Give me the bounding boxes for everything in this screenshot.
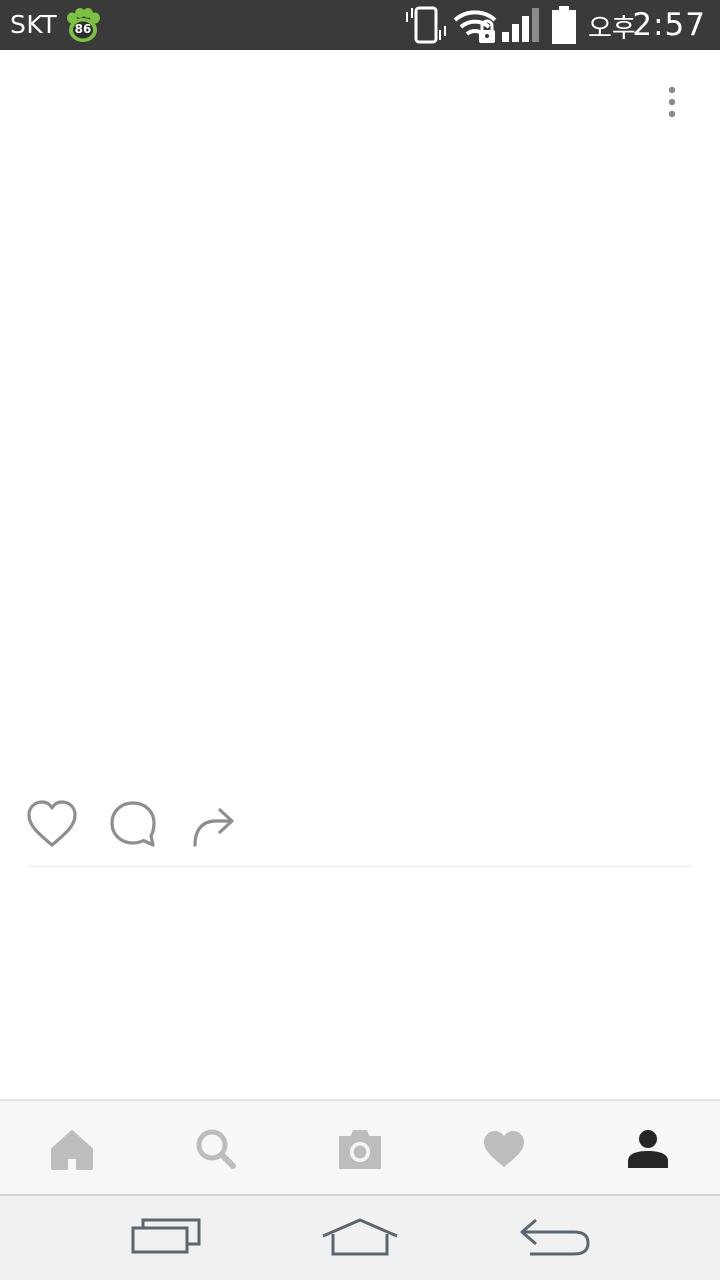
tab-camera[interactable]	[330, 1121, 390, 1177]
more-vertical-icon	[668, 86, 676, 118]
system-nav-bar	[0, 1196, 720, 1280]
badge-number: 86	[74, 22, 92, 36]
recent-apps-button[interactable]	[121, 1214, 211, 1260]
recent-apps-icon	[131, 1218, 201, 1254]
paw-badge-icon: 86	[64, 8, 102, 44]
tab-activity[interactable]	[474, 1121, 534, 1177]
bottom-tab-bar	[0, 1099, 720, 1196]
tab-profile[interactable]	[618, 1121, 678, 1177]
status-bar: SKT 86 오후 2:57	[0, 0, 720, 50]
like-button[interactable]	[25, 795, 79, 853]
back-icon	[520, 1218, 590, 1256]
ampm-label: 오후	[588, 14, 636, 44]
share-button[interactable]	[186, 795, 240, 853]
comment-button[interactable]	[106, 795, 160, 853]
clock: 2:57	[632, 7, 706, 43]
profile-icon	[628, 1130, 668, 1168]
signal-icon	[500, 6, 542, 48]
post-action-row	[0, 795, 720, 855]
camera-icon	[339, 1130, 381, 1169]
wifi-lock-icon	[453, 6, 499, 48]
home-nav-button[interactable]	[315, 1214, 405, 1260]
more-options-button[interactable]	[652, 80, 692, 124]
screen: SKT 86 오후 2:57	[0, 0, 720, 1280]
tab-home[interactable]	[42, 1121, 102, 1177]
battery-icon	[550, 6, 578, 50]
comment-icon	[110, 801, 156, 847]
back-button[interactable]	[510, 1214, 600, 1260]
share-icon	[193, 808, 234, 847]
heart-icon	[27, 800, 77, 847]
search-icon	[196, 1129, 236, 1169]
post-divider	[28, 866, 692, 867]
tab-search[interactable]	[186, 1121, 246, 1177]
home-nav-icon	[322, 1218, 398, 1256]
home-icon	[51, 1130, 93, 1170]
carrier-label: SKT	[10, 10, 58, 39]
heart-icon	[484, 1131, 524, 1167]
vibrate-icon	[404, 6, 448, 48]
